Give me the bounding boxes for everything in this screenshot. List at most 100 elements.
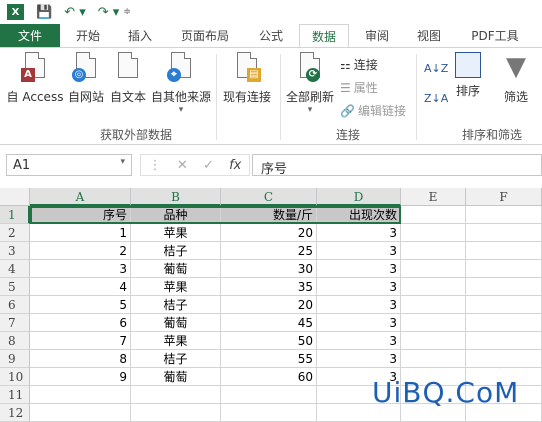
filter-button[interactable]: ▼ 筛选 [496,52,536,105]
undo-icon[interactable]: ↶ ▾ [64,5,86,20]
table-cell[interactable]: 4 [30,278,131,296]
row-header[interactable]: 6 [0,296,30,314]
cell[interactable] [466,296,542,314]
table-cell[interactable]: 30 [221,260,317,278]
formula-input[interactable]: 序号 [252,154,542,177]
select-all-corner[interactable] [0,188,30,206]
cell[interactable] [30,404,131,422]
cell[interactable] [466,242,542,260]
properties-button[interactable]: ☰ 属性 [340,79,378,96]
cancel-icon[interactable]: ✕ [177,158,188,173]
cell[interactable] [401,206,466,224]
table-cell[interactable]: 7 [30,332,131,350]
edit-links-button[interactable]: 🔗 编辑链接 [340,102,406,119]
cell[interactable] [131,404,221,422]
table-cell[interactable]: 苹果 [131,224,221,242]
cell[interactable] [221,404,317,422]
cell[interactable] [466,224,542,242]
tab-page-layout[interactable]: 页面布局 [170,24,240,48]
table-cell[interactable]: 葡萄 [131,314,221,332]
redo-icon[interactable]: ↷ ▾ [98,5,120,20]
table-cell[interactable]: 55 [221,350,317,368]
table-cell[interactable]: 3 [317,332,401,350]
tab-file[interactable]: 文件 [0,24,60,48]
table-cell[interactable]: 50 [221,332,317,350]
table-cell[interactable]: 3 [317,350,401,368]
confirm-icon[interactable]: ✓ [203,158,214,173]
table-cell[interactable]: 桔子 [131,350,221,368]
existing-connections-button[interactable]: ▤ 现有连接 [220,52,274,105]
row-header[interactable]: 11 [0,386,30,404]
row-header[interactable]: 2 [0,224,30,242]
table-cell[interactable]: 5 [30,296,131,314]
table-cell[interactable]: 45 [221,314,317,332]
table-cell[interactable]: 3 [317,314,401,332]
table-cell[interactable]: 桔子 [131,242,221,260]
table-cell[interactable]: 2 [30,242,131,260]
table-cell[interactable]: 8 [30,350,131,368]
sort-button[interactable]: 排序 [448,52,488,99]
insert-function-icon[interactable]: fx [229,158,241,173]
table-cell[interactable]: 20 [221,224,317,242]
row-header[interactable]: 4 [0,260,30,278]
tab-home[interactable]: 开始 [64,24,112,48]
table-cell[interactable]: 3 [317,296,401,314]
tab-formulas[interactable]: 公式 [246,24,296,48]
column-header-b[interactable]: B [131,188,221,206]
table-cell[interactable]: 3 [317,260,401,278]
tab-data[interactable]: 数据 [299,24,349,49]
name-box[interactable]: A1 ▾ [6,154,132,176]
connections-button[interactable]: ⚏ 连接 [340,56,378,73]
row-header[interactable]: 8 [0,332,30,350]
row-header[interactable]: 10 [0,368,30,386]
cell[interactable] [466,206,542,224]
cell[interactable] [466,332,542,350]
cell[interactable] [401,350,466,368]
row-header[interactable]: 9 [0,350,30,368]
column-header-f[interactable]: F [466,188,542,206]
table-cell[interactable]: 60 [221,368,317,386]
row-header[interactable]: 12 [0,404,30,422]
column-header-d[interactable]: D [317,188,401,206]
table-cell[interactable]: 葡萄 [131,260,221,278]
column-header-e[interactable]: E [401,188,466,206]
cell[interactable] [401,296,466,314]
cell[interactable] [466,278,542,296]
cell[interactable] [30,386,131,404]
table-header-cell[interactable]: 出现次数 [317,206,401,224]
cell[interactable] [401,242,466,260]
cell[interactable] [401,332,466,350]
table-cell[interactable]: 20 [221,296,317,314]
chevron-down-icon[interactable]: ▾ [120,157,125,167]
refresh-all-button[interactable]: ⟳ 全部刷新 ▾ [284,52,336,115]
table-cell[interactable]: 桔子 [131,296,221,314]
tab-insert[interactable]: 插入 [116,24,164,48]
cell[interactable] [401,224,466,242]
table-cell[interactable]: 6 [30,314,131,332]
cell[interactable] [401,278,466,296]
table-cell[interactable]: 3 [317,278,401,296]
row-header[interactable]: 5 [0,278,30,296]
column-header-c[interactable]: C [221,188,317,206]
cell[interactable] [401,314,466,332]
tab-review[interactable]: 审阅 [354,24,400,48]
row-header[interactable]: 1 [0,206,30,224]
from-access-button[interactable]: A 自 Access [4,52,66,105]
customize-toolbar-icon[interactable]: ≑ [123,7,131,17]
cell[interactable] [401,260,466,278]
from-web-button[interactable]: ◎ 自网站 [66,52,106,105]
table-cell[interactable]: 25 [221,242,317,260]
cell[interactable] [466,350,542,368]
table-header-cell[interactable]: 序号 [30,206,131,224]
table-cell[interactable]: 葡萄 [131,368,221,386]
table-header-cell[interactable]: 数量/斤 [221,206,317,224]
save-icon[interactable]: 💾 [36,5,52,20]
table-cell[interactable]: 9 [30,368,131,386]
column-header-a[interactable]: A [30,188,131,206]
tab-pdf-tools[interactable]: PDF工具 [460,24,530,48]
tab-view[interactable]: 视图 [406,24,452,48]
table-cell[interactable]: 35 [221,278,317,296]
cell[interactable] [466,260,542,278]
sort-desc-button[interactable]: Z↓A [424,92,448,105]
table-cell[interactable]: 1 [30,224,131,242]
